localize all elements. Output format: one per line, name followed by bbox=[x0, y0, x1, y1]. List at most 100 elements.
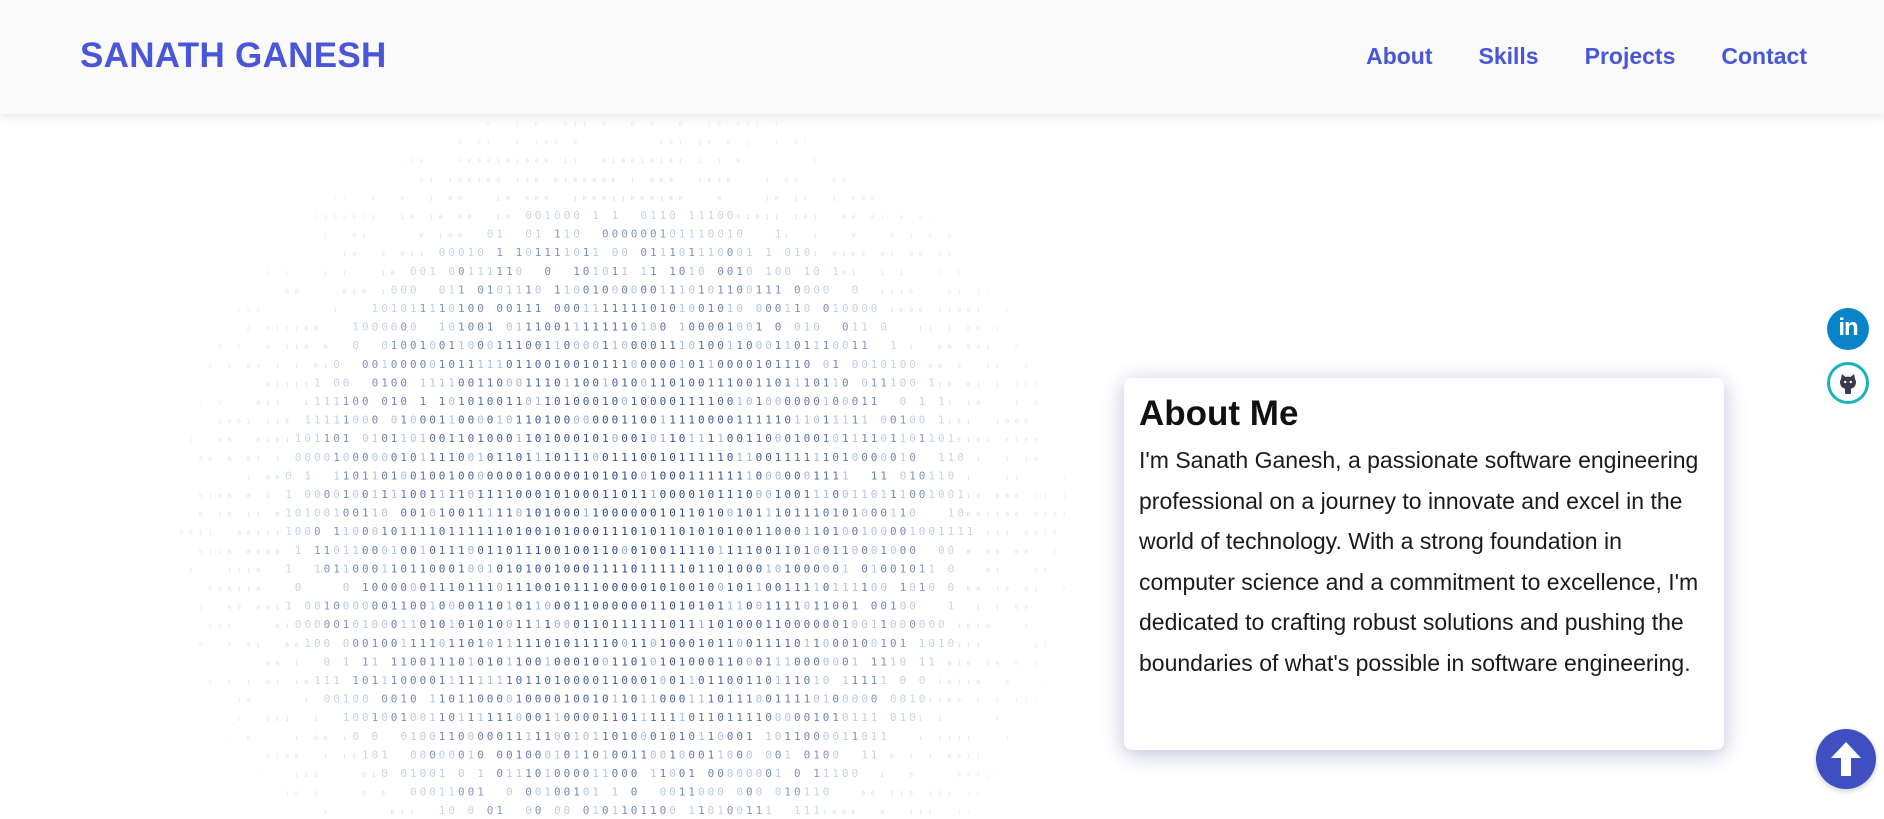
svg-text:1: 1 bbox=[1015, 698, 1019, 705]
svg-text:1: 1 bbox=[996, 698, 1000, 705]
svg-text:1: 1 bbox=[525, 581, 532, 594]
svg-text:0: 0 bbox=[400, 674, 407, 687]
svg-text:1: 1 bbox=[516, 693, 523, 706]
svg-text:1: 1 bbox=[612, 451, 619, 464]
svg-text:0: 0 bbox=[372, 581, 379, 594]
svg-text:1: 1 bbox=[458, 321, 465, 334]
svg-text:0: 0 bbox=[372, 600, 379, 613]
svg-text:1: 1 bbox=[698, 339, 705, 352]
nav-contact[interactable]: Contact bbox=[1721, 43, 1807, 70]
svg-text:1: 1 bbox=[669, 581, 676, 594]
svg-text:0: 0 bbox=[391, 414, 398, 427]
svg-text:0: 0 bbox=[314, 735, 318, 742]
svg-text:0: 0 bbox=[631, 432, 638, 445]
linkedin-link[interactable]: in bbox=[1827, 308, 1869, 350]
svg-text:1: 1 bbox=[247, 567, 251, 574]
svg-text:1: 1 bbox=[698, 730, 705, 743]
svg-text:1: 1 bbox=[660, 451, 667, 464]
svg-text:0: 0 bbox=[612, 177, 616, 184]
svg-text:0: 0 bbox=[1015, 512, 1019, 519]
svg-text:1: 1 bbox=[775, 214, 779, 221]
svg-text:1: 1 bbox=[420, 525, 427, 538]
svg-text:1: 1 bbox=[967, 679, 971, 686]
svg-text:0: 0 bbox=[784, 469, 791, 482]
svg-text:0: 0 bbox=[410, 693, 417, 706]
svg-text:0: 0 bbox=[410, 432, 417, 445]
svg-text:0: 0 bbox=[468, 600, 475, 613]
svg-text:1: 1 bbox=[736, 451, 743, 464]
svg-text:1: 1 bbox=[583, 246, 590, 259]
svg-text:1: 1 bbox=[976, 753, 980, 760]
svg-text:0: 0 bbox=[410, 283, 417, 296]
nav-skills[interactable]: Skills bbox=[1479, 43, 1539, 70]
scroll-to-top-button[interactable] bbox=[1816, 729, 1876, 789]
svg-text:1: 1 bbox=[496, 265, 503, 278]
svg-text:0: 0 bbox=[996, 549, 1000, 556]
svg-text:1: 1 bbox=[650, 804, 657, 817]
svg-text:0: 0 bbox=[487, 804, 494, 817]
svg-text:1: 1 bbox=[506, 711, 513, 724]
svg-text:1: 1 bbox=[372, 507, 379, 520]
svg-text:0: 0 bbox=[592, 339, 599, 352]
svg-text:1: 1 bbox=[592, 693, 599, 706]
svg-text:0: 0 bbox=[871, 791, 875, 798]
svg-text:0: 0 bbox=[573, 469, 580, 482]
nav-projects[interactable]: Projects bbox=[1585, 43, 1676, 70]
svg-text:0: 0 bbox=[544, 158, 548, 165]
svg-text:1: 1 bbox=[544, 395, 551, 408]
nav-about[interactable]: About bbox=[1366, 43, 1432, 70]
svg-text:0: 0 bbox=[391, 693, 398, 706]
svg-text:0: 0 bbox=[909, 791, 913, 798]
svg-text:1: 1 bbox=[717, 376, 724, 389]
svg-text:1: 1 bbox=[631, 488, 638, 501]
svg-text:0: 0 bbox=[420, 488, 427, 501]
svg-text:0: 0 bbox=[458, 214, 462, 221]
svg-text:0: 0 bbox=[919, 693, 926, 706]
svg-text:1: 1 bbox=[890, 488, 897, 501]
svg-text:0: 0 bbox=[688, 321, 695, 334]
svg-text:0: 0 bbox=[880, 432, 887, 445]
svg-text:0: 0 bbox=[391, 451, 398, 464]
svg-text:0: 0 bbox=[554, 618, 561, 631]
svg-text:0: 0 bbox=[295, 791, 299, 798]
svg-text:1: 1 bbox=[544, 655, 551, 668]
svg-text:0: 0 bbox=[372, 195, 376, 202]
svg-text:1: 1 bbox=[756, 414, 763, 427]
svg-text:1: 1 bbox=[477, 600, 484, 613]
svg-text:1: 1 bbox=[756, 711, 763, 724]
svg-text:1: 1 bbox=[640, 711, 647, 724]
svg-text:1: 1 bbox=[295, 679, 299, 686]
svg-text:0: 0 bbox=[516, 488, 523, 501]
svg-text:0: 0 bbox=[544, 140, 548, 147]
svg-text:0: 0 bbox=[602, 265, 609, 278]
svg-text:1: 1 bbox=[516, 618, 523, 631]
svg-text:0: 0 bbox=[564, 655, 571, 668]
github-link[interactable] bbox=[1827, 362, 1869, 404]
svg-text:0: 0 bbox=[880, 600, 887, 613]
svg-text:0: 0 bbox=[823, 544, 830, 557]
svg-text:1: 1 bbox=[228, 567, 232, 574]
svg-text:0: 0 bbox=[535, 693, 542, 706]
svg-text:1: 1 bbox=[746, 693, 753, 706]
svg-text:1: 1 bbox=[775, 507, 782, 520]
svg-text:1: 1 bbox=[756, 376, 763, 389]
svg-text:1: 1 bbox=[439, 544, 446, 557]
svg-text:1: 1 bbox=[448, 525, 455, 538]
svg-text:1: 1 bbox=[948, 432, 955, 445]
svg-text:1: 1 bbox=[650, 488, 657, 501]
svg-text:0: 0 bbox=[698, 748, 705, 761]
svg-text:1: 1 bbox=[976, 381, 980, 388]
svg-text:1: 1 bbox=[679, 158, 683, 165]
svg-text:0: 0 bbox=[602, 581, 609, 594]
svg-text:1: 1 bbox=[775, 451, 782, 464]
svg-text:1: 1 bbox=[314, 791, 318, 798]
svg-text:0: 0 bbox=[967, 549, 971, 556]
svg-text:0: 0 bbox=[439, 283, 446, 296]
svg-text:0: 0 bbox=[506, 302, 513, 315]
svg-text:0: 0 bbox=[429, 469, 436, 482]
svg-text:0: 0 bbox=[852, 302, 859, 315]
svg-text:0: 0 bbox=[621, 544, 628, 557]
site-brand[interactable]: SANATH GANESH bbox=[80, 36, 387, 76]
svg-text:0: 0 bbox=[832, 395, 839, 408]
svg-text:0: 0 bbox=[429, 674, 436, 687]
